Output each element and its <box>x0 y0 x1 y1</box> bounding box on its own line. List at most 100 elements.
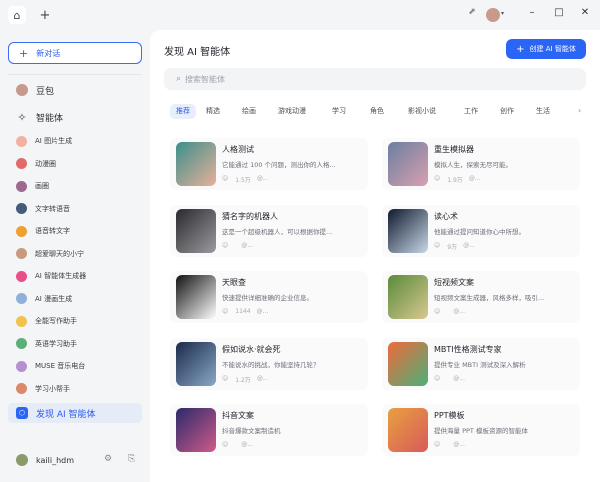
agent-meta: ☺ 1.5万 @... <box>222 175 269 184</box>
sidebar-item-label: 智能体 <box>36 113 64 124</box>
usage-count: 9万 <box>447 243 458 251</box>
tab-category[interactable]: 推荐 <box>170 104 196 119</box>
agent-card[interactable]: 读心术 他能通过提问知道你心中所想。 ☺ 9万 @... <box>382 204 580 257</box>
agent-meta: ☺ 1144 @... <box>222 308 268 315</box>
sidebar-agent-item[interactable]: 超爱聊天的小宁 <box>8 244 142 264</box>
home-icon[interactable]: ⌂ <box>8 6 26 24</box>
sidebar-agent-item[interactable]: 语音转文字 <box>8 221 142 241</box>
user-count-icon: ☺ <box>434 241 441 249</box>
agent-description: 提供专业 MBTI 测试及深入解析 <box>434 360 526 369</box>
sidebar-agent-item[interactable]: AI 漫画生成 <box>8 289 142 309</box>
sidebar-item-label: 语音转文字 <box>35 227 70 235</box>
discover-icon: ⬡ <box>16 407 28 419</box>
user-count-icon: ☺ <box>434 441 441 448</box>
sidebar: + 新对话 豆包 ✧ 智能体 AI 图片生成动漫圈画圈文字转语音语音转文字超爱聊… <box>0 30 150 482</box>
agent-card[interactable]: PPT模板 提供海量 PPT 模板资源的智能体 ☺ @... <box>382 404 580 456</box>
sidebar-agent-item[interactable]: 文字转语音 <box>8 199 142 219</box>
new-chat-button[interactable]: + 新对话 <box>8 42 142 64</box>
agent-card[interactable]: 天眼查 快速提供详细准确的企业信息。 ☺ 1144 @... <box>170 271 368 323</box>
agent-name: 天眼查 <box>222 278 246 287</box>
new-tab-button[interactable]: + <box>36 6 54 24</box>
pin-icon[interactable]: ⬈ <box>462 7 482 17</box>
agent-avatar-icon <box>16 158 27 169</box>
search-input[interactable]: ⌕ 搜索智能体 <box>164 68 586 90</box>
sidebar-agent-item[interactable]: AI 图片生成 <box>8 131 142 151</box>
sidebar-agent-item[interactable]: MUSE 音乐电台 <box>8 356 142 376</box>
sidebar-item-label: 英语学习助手 <box>35 339 77 348</box>
agent-thumbnail <box>388 341 428 386</box>
agent-card[interactable]: MBTI性格测试专家 提供专业 MBTI 测试及深入解析 ☺ @... <box>382 337 580 390</box>
tab-category[interactable]: 学习 <box>332 104 346 119</box>
chevron-right-icon[interactable]: › <box>578 106 581 115</box>
usage-count: 1144 <box>235 308 251 315</box>
sparkle-icon: ✧ <box>17 110 27 124</box>
agent-name: 假如说水·就会死 <box>222 344 281 354</box>
sidebar-item-agents[interactable]: ✧ 智能体 <box>8 107 142 127</box>
sidebar-agent-item[interactable]: 英语学习助手 <box>8 334 142 354</box>
agent-card[interactable]: 猜名字的机器人 这是一个超级机器人，可以根据你提... ☺ @... <box>170 204 368 257</box>
agent-card[interactable]: 短视频文案 短视频文案生成器，风格多样，吸引... ☺ @... <box>382 271 580 323</box>
sidebar-agent-item[interactable]: AI 智能体生成器 <box>8 266 142 286</box>
agent-card[interactable]: 抖音文案 抖音爆款文案制造机 ☺ @... <box>170 404 368 456</box>
sidebar-item-label: AI 智能体生成器 <box>35 272 87 280</box>
agent-thumbnail <box>388 142 428 186</box>
avatar[interactable] <box>486 8 500 22</box>
user-count-icon: ☺ <box>434 175 441 182</box>
main-panel: 发现 AI 智能体 + 创建 AI 智能体 ⌕ 搜索智能体 推荐 精选 绘画 游戏动漫… <box>150 30 600 482</box>
sidebar-item-doubao[interactable]: 豆包 <box>8 80 142 100</box>
tab-category[interactable]: 影视小说 <box>408 104 436 119</box>
agent-author: @... <box>468 175 481 182</box>
agent-meta: ☺ @... <box>222 441 253 448</box>
sidebar-item-label: 动漫圈 <box>35 159 56 168</box>
agent-name: 重生模拟器 <box>434 145 474 154</box>
tab-category[interactable]: 绘画 <box>242 104 256 119</box>
tab-category[interactable]: 角色 <box>370 104 384 119</box>
sidebar-item-label: MUSE 音乐电台 <box>35 362 86 370</box>
agent-meta: ☺ @... <box>434 441 465 448</box>
page-title: 发现 AI 智能体 <box>164 47 231 58</box>
usage-count: 1.2万 <box>235 376 251 384</box>
tab-category[interactable]: 游戏动漫 <box>278 104 306 119</box>
agent-avatar-icon <box>16 293 27 304</box>
agent-card[interactable]: 重生模拟器 模拟人生，探索无尽可能。 ☺ 1.9万 @... <box>382 138 580 190</box>
search-placeholder: 搜索智能体 <box>185 74 226 84</box>
agent-description: 它能通过 100 个问题，测出你的人格... <box>222 161 336 169</box>
agent-description: 抖音爆款文案制造机 <box>222 427 281 435</box>
tab-category[interactable]: 生活 <box>536 104 550 119</box>
agent-name: 猜名字的机器人 <box>222 211 278 221</box>
minimize-button[interactable]: – <box>522 7 542 18</box>
agent-avatar-icon <box>16 248 27 259</box>
create-agent-button[interactable]: + 创建 AI 智能体 <box>506 39 586 59</box>
user-count-icon: ☺ <box>222 175 229 182</box>
chevron-down-icon[interactable]: ▾ <box>501 10 504 17</box>
agent-meta: ☺ @... <box>434 375 465 382</box>
agent-name: 读心术 <box>434 211 458 221</box>
agent-author: @... <box>463 241 475 249</box>
tab-category[interactable]: 工作 <box>464 104 478 119</box>
sidebar-agent-item[interactable]: 学习小帮手 <box>8 379 142 399</box>
settings-icon[interactable]: ⚙ <box>104 454 112 464</box>
agent-avatar-icon <box>16 338 27 349</box>
user-avatar <box>16 454 28 466</box>
sidebar-item-label: 豆包 <box>36 86 55 97</box>
sidebar-agent-item[interactable]: 画圈 <box>8 176 142 196</box>
close-button[interactable]: ✕ <box>575 7 595 18</box>
agent-meta: ☺ @... <box>222 242 253 249</box>
agent-meta: ☺ 9万 @... <box>434 242 475 251</box>
sidebar-agent-item[interactable]: 动漫圈 <box>8 154 142 174</box>
sidebar-item-label: AI 漫画生成 <box>35 294 73 303</box>
user-profile[interactable]: kaili_hdm ⚙ ⎘ <box>8 450 142 470</box>
tab-category[interactable]: 精选 <box>206 104 220 119</box>
sidebar-agent-item[interactable]: 全能写作助手 <box>8 311 142 331</box>
agent-thumbnail <box>176 408 216 452</box>
tab-category[interactable]: 创作 <box>500 104 514 119</box>
sidebar-item-discover[interactable]: ⬡ 发现 AI 智能体 <box>8 403 142 423</box>
usage-count: 1.9万 <box>447 177 463 184</box>
agent-card[interactable]: 假如说水·就会死 不能说水的挑战，你能坚持几轮？ ☺ 1.2万 @... <box>170 337 368 390</box>
maximize-button[interactable]: □ <box>549 7 569 18</box>
agent-name: 人格测试 <box>222 145 254 154</box>
agent-avatar-icon <box>16 135 27 147</box>
agent-description: 不能说水的挑战，你能坚持几轮？ <box>222 360 320 369</box>
agent-card[interactable]: 人格测试它能通过 100 个问题，测出你的人格... ☺ 1.5万 @... <box>170 138 368 190</box>
export-icon[interactable]: ⎘ <box>128 454 135 464</box>
